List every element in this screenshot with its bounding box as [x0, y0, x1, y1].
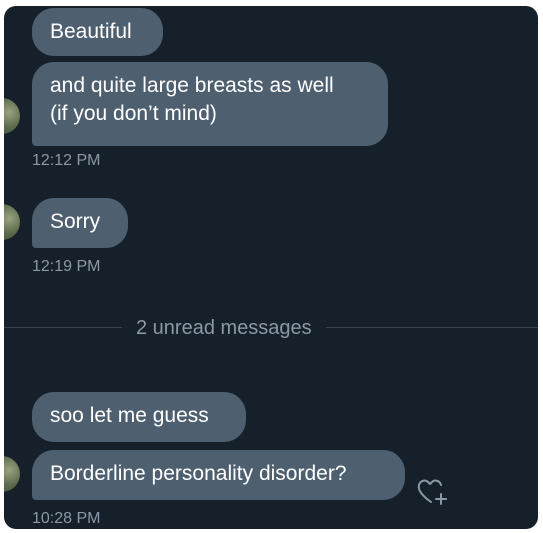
message-text: Sorry: [50, 210, 101, 233]
message-bubble[interactable]: Borderline personality disorder?: [32, 450, 405, 500]
message-bubble[interactable]: and quite large breasts as well (if you …: [32, 62, 388, 146]
avatar[interactable]: [4, 204, 20, 240]
message-bubble[interactable]: Sorry: [32, 198, 128, 248]
unread-messages-label: 2 unread messages: [122, 315, 326, 341]
avatar[interactable]: [4, 98, 20, 134]
message-timestamp: 10:28 PM: [32, 510, 101, 527]
dm-conversation-panel: Beautiful and quite large breasts as wel…: [4, 6, 538, 529]
message-bubble[interactable]: soo let me guess: [32, 392, 246, 442]
message-text-line: and quite large breasts as well: [50, 74, 334, 97]
message-timestamp: 12:12 PM: [32, 152, 101, 169]
message-bubble[interactable]: Beautiful: [32, 8, 163, 56]
message-text: soo let me guess: [50, 404, 209, 427]
message-text: Borderline personality disorder?: [50, 462, 347, 485]
add-reaction-heart-icon[interactable]: [414, 472, 450, 508]
message-text: Beautiful: [50, 20, 132, 43]
message-text-line: (if you don’t mind): [50, 102, 217, 125]
avatar[interactable]: [4, 456, 20, 492]
message-timestamp: 12:19 PM: [32, 258, 101, 275]
